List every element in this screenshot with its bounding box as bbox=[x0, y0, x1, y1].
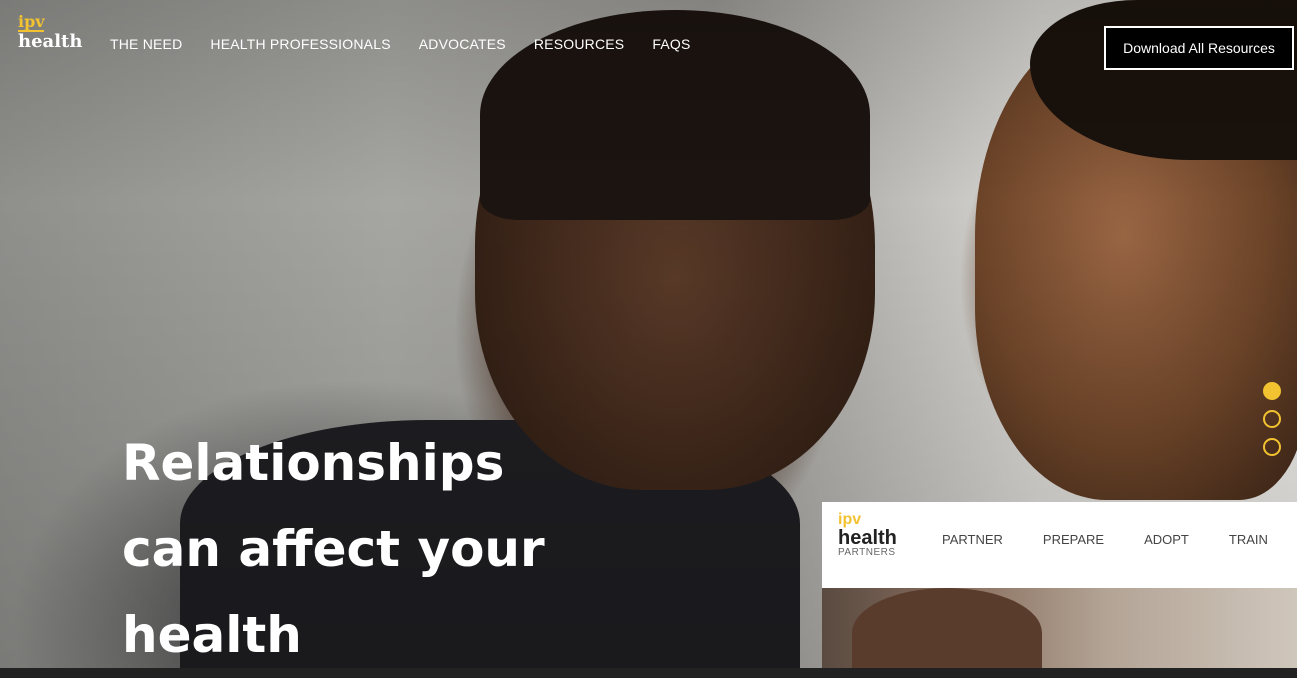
logo-ipv: ipv bbox=[18, 12, 45, 32]
hero-headline: Relationships can affect your health bbox=[122, 420, 545, 678]
partners-site-preview: ipv health PARTNERS PARTNER PREPARE ADOP… bbox=[822, 502, 1297, 668]
partners-nav-adopt[interactable]: ADOPT bbox=[1144, 532, 1189, 547]
headline-line-2: can affect your bbox=[122, 520, 545, 578]
nav-item-resources[interactable]: RESOURCES bbox=[534, 36, 624, 52]
partners-header: ipv health PARTNERS PARTNER PREPARE ADOP… bbox=[822, 502, 1297, 588]
slide-dot-3[interactable] bbox=[1263, 438, 1281, 456]
partners-logo-health: health bbox=[838, 527, 897, 549]
main-navigation: ipv health THE NEED HEALTH PROFESSIONALS… bbox=[0, 0, 1297, 80]
download-all-resources-button[interactable]: Download All Resources bbox=[1104, 26, 1294, 70]
partners-logo-ipv: ipv bbox=[838, 511, 862, 528]
slide-dot-2[interactable] bbox=[1263, 410, 1281, 428]
partners-logo-sub: PARTNERS bbox=[838, 547, 896, 558]
nav-item-advocates[interactable]: ADVOCATES bbox=[419, 36, 506, 52]
partners-logo[interactable]: ipv health PARTNERS bbox=[838, 512, 897, 558]
partners-nav-prepare[interactable]: PREPARE bbox=[1043, 532, 1104, 547]
partners-hero-person bbox=[852, 588, 1042, 668]
partners-menu: PARTNER PREPARE ADOPT TRAIN bbox=[942, 532, 1297, 547]
headline-line-3: health bbox=[122, 606, 302, 664]
partners-nav-partner[interactable]: PARTNER bbox=[942, 532, 1003, 547]
logo-health: health bbox=[18, 31, 83, 52]
nav-item-faqs[interactable]: FAQS bbox=[652, 36, 690, 52]
slide-dot-1[interactable] bbox=[1263, 382, 1281, 400]
headline-line-1: Relationships bbox=[122, 434, 505, 492]
slide-indicators bbox=[1263, 382, 1285, 466]
partners-nav-train[interactable]: TRAIN bbox=[1229, 532, 1268, 547]
site-logo[interactable]: ipv health bbox=[18, 14, 82, 51]
nav-menu: THE NEED HEALTH PROFESSIONALS ADVOCATES … bbox=[110, 36, 719, 52]
nav-item-health-professionals[interactable]: HEALTH PROFESSIONALS bbox=[210, 36, 390, 52]
nav-item-the-need[interactable]: THE NEED bbox=[110, 36, 182, 52]
